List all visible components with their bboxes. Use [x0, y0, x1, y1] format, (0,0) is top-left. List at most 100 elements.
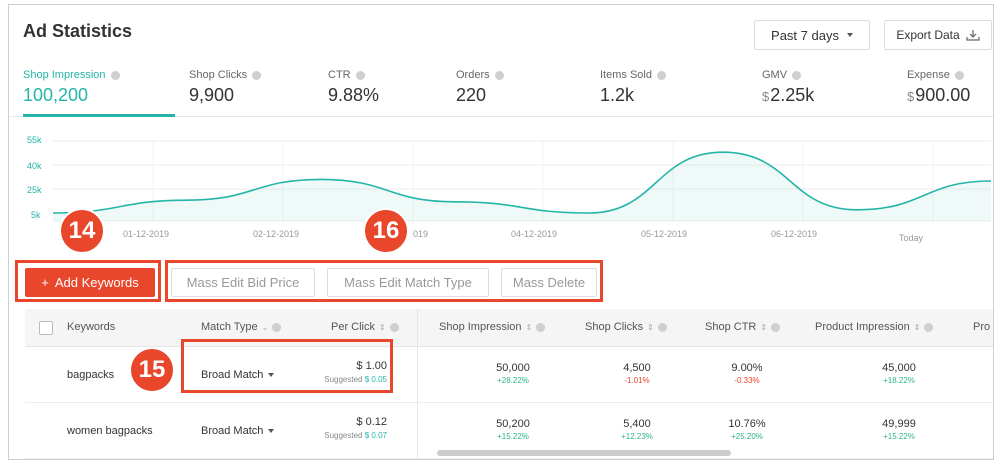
metric-expense[interactable]: Expense $900.00 — [893, 63, 993, 116]
delta: +12.23% — [621, 432, 653, 441]
info-icon — [656, 70, 666, 80]
metric-value: 9.88% — [328, 85, 380, 105]
metric-shop-clicks[interactable]: Shop Clicks 9,900 — [175, 63, 314, 116]
keyword-cell: women bagpacks — [67, 425, 153, 437]
y-tick-label: 25k — [27, 185, 42, 195]
col-shop-impression[interactable]: Shop Impression ⇕ — [439, 321, 546, 333]
col-label: Product Impression — [815, 321, 910, 333]
col-label: Shop Impression — [439, 321, 522, 333]
sort-icon: ⇕ — [379, 322, 386, 332]
info-icon — [389, 322, 399, 332]
value: 5,400 — [623, 418, 651, 430]
delta: +15.22% — [883, 432, 915, 441]
x-tick-label: 01-12-2019 — [123, 229, 170, 239]
bid-price: $ 0.12 — [356, 416, 387, 428]
delta: +28.22% — [497, 376, 529, 385]
metric-label: Shop Impression — [23, 69, 106, 81]
metric-ctr[interactable]: CTR 9.88% — [314, 63, 442, 116]
period-label: Past 7 days — [771, 27, 839, 43]
match-type-dropdown[interactable]: Broad Match — [201, 425, 275, 437]
x-tick-label: 05-12-2019 — [641, 229, 688, 239]
metric-gmv[interactable]: GMV $2.25k — [748, 63, 893, 116]
col-label: Per Click — [331, 321, 376, 333]
col-label: Pro — [973, 321, 991, 333]
metric-value: 9,900 — [189, 85, 235, 105]
page-title: Ad Statistics — [23, 21, 133, 41]
info-icon — [110, 70, 120, 80]
col-product-impression[interactable]: Product Impression ⇕ — [815, 321, 934, 333]
col-label: Keywords — [67, 321, 116, 333]
keyword-cell: bagpacks — [67, 369, 115, 381]
shop-ctr-cell: 10.76% +25.20% — [707, 418, 787, 441]
per-click-cell[interactable]: $ 0.12 Suggested $ 0.07 — [295, 416, 387, 440]
metric-value: 220 — [456, 85, 487, 105]
metric-label: Items Sold — [600, 69, 652, 81]
delta: +25.20% — [731, 432, 763, 441]
callout-badge-16: 16 — [363, 208, 409, 254]
col-pro: Pro — [973, 321, 990, 333]
metric-shop-impression[interactable]: Shop Impression 100,200 — [9, 63, 175, 117]
download-icon — [966, 30, 980, 41]
value: 4,500 — [623, 362, 651, 374]
suggested-price: $ 0.07 — [364, 431, 387, 440]
info-icon — [924, 322, 934, 332]
sort-icon: ⇕ — [913, 322, 921, 332]
caret-down-icon — [268, 429, 275, 433]
frozen-column-divider — [417, 309, 418, 459]
chevron-down-icon: ⌄ — [261, 322, 269, 332]
info-icon — [792, 70, 802, 80]
select-all-checkbox[interactable] — [39, 321, 53, 335]
sort-icon: ⇕ — [647, 322, 654, 332]
value: 10.76% — [728, 418, 766, 430]
info-icon — [536, 322, 546, 332]
horizontal-scrollbar[interactable] — [437, 450, 731, 456]
currency-symbol: $ — [907, 89, 915, 104]
col-shop-clicks[interactable]: Shop Clicks ⇕ — [585, 321, 667, 333]
callout-box-mass-actions — [165, 260, 603, 302]
series-area — [53, 152, 991, 221]
x-tick-label: 04-12-2019 — [511, 229, 558, 239]
value: 9.00% — [731, 362, 763, 374]
y-tick-label: 40k — [27, 161, 42, 171]
callout-box-add-keywords — [15, 260, 161, 302]
metric-label: Shop Clicks — [189, 69, 248, 81]
callout-box-match-and-bid — [181, 339, 393, 393]
metric-value: $2.25k — [762, 85, 893, 106]
product-impression-cell: 49,999 +15.22% — [859, 418, 939, 441]
metric-value: 100,200 — [23, 85, 89, 105]
col-per-click[interactable]: Per Click ⇕ — [331, 321, 399, 333]
metric-amount: 900.00 — [915, 85, 971, 105]
value: 49,999 — [882, 418, 916, 430]
x-tick-label: Today — [899, 233, 924, 243]
delta: -1.01% — [624, 376, 650, 385]
export-label: Export Data — [896, 28, 960, 42]
suggested-label: Suggested — [324, 431, 363, 440]
caret-down-icon — [846, 33, 853, 37]
value: 50,000 — [496, 362, 530, 374]
info-icon — [272, 322, 282, 332]
callout-badge-15: 15 — [129, 347, 175, 393]
metrics-bar: Shop Impression 100,200 Shop Clicks 9,90… — [9, 63, 993, 117]
export-data-button[interactable]: Export Data — [884, 20, 992, 50]
col-label: Match Type — [201, 321, 258, 333]
metric-label: Expense — [907, 69, 950, 81]
x-tick-label: 06-12-2019 — [771, 229, 818, 239]
info-icon — [657, 322, 667, 332]
col-shop-ctr[interactable]: Shop CTR ⇕ — [705, 321, 781, 333]
keywords-table: Keywords Match Type ⌄ Per Click ⇕ Shop Imp… — [25, 309, 993, 459]
metric-label: GMV — [762, 69, 788, 81]
info-icon — [355, 70, 365, 80]
match-type-value: Broad Match — [201, 425, 264, 437]
info-icon — [954, 70, 964, 80]
shop-clicks-cell: 4,500 -1.01% — [597, 362, 677, 385]
col-match-type[interactable]: Match Type ⌄ — [201, 321, 282, 333]
shop-impression-cell: 50,000 +28.22% — [473, 362, 553, 385]
sort-icon: ⇕ — [760, 322, 768, 332]
metric-items-sold[interactable]: Items Sold 1.2k — [586, 63, 748, 116]
x-tick-label: 019 — [413, 229, 429, 239]
period-dropdown[interactable]: Past 7 days — [754, 20, 870, 50]
impression-chart: 55k 40k 25k 5k 01-12-2019 02-12-2019 019… — [9, 121, 993, 249]
metric-value: $900.00 — [907, 85, 993, 106]
shop-impression-cell: 50,200 +15.22% — [473, 418, 553, 441]
metric-orders[interactable]: Orders 220 — [442, 63, 586, 116]
